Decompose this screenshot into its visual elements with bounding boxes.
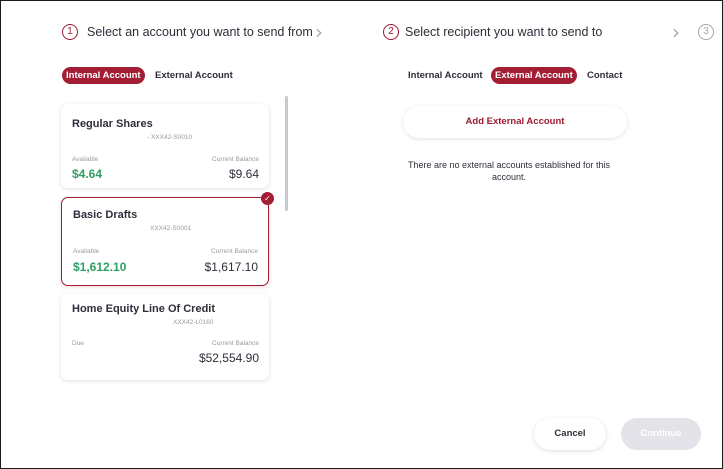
account-number: - XXX42-S0010	[147, 134, 193, 141]
account-number: XXX42-S0001	[150, 225, 192, 232]
current-balance-label: Current Balance	[211, 248, 258, 255]
account-name: Regular Shares	[72, 118, 153, 130]
account-card-home-equity-line-of-credit[interactable]: Home Equity Line Of Credit XXX42-L0160 D…	[61, 294, 269, 380]
step-2-indicator: 2	[383, 24, 399, 40]
current-balance-label: Current Balance	[212, 156, 259, 163]
continue-button[interactable]: Continue	[621, 418, 701, 450]
current-balance-amount: $1,617.10	[204, 260, 258, 274]
account-number: XXX42-L0160	[173, 319, 214, 326]
tab-recipient-external-account[interactable]: External Account	[491, 67, 577, 84]
account-card-regular-shares[interactable]: Regular Shares - XXX42-S0010 Available C…	[61, 104, 269, 188]
available-label: Available	[72, 156, 99, 163]
due-label: Due	[72, 340, 84, 347]
chevron-right-icon[interactable]: ›	[315, 22, 323, 42]
available-label: Available	[73, 248, 100, 255]
check-icon: ✓	[261, 192, 274, 205]
tab-source-external-account[interactable]: External Account	[151, 67, 237, 84]
add-external-account-button[interactable]: Add External Account	[403, 106, 627, 138]
transfer-panel: 1 Select an account you want to send fro…	[0, 0, 723, 469]
available-amount: $4.64	[72, 167, 103, 181]
cancel-button[interactable]: Cancel	[534, 418, 606, 450]
account-card-basic-drafts[interactable]: ✓ Basic Drafts XXX42-S0001 Available Cur…	[61, 192, 274, 286]
tab-source-internal-account[interactable]: Internal Account	[62, 67, 145, 84]
account-name: Home Equity Line Of Credit	[72, 303, 216, 315]
chevron-right-icon[interactable]: ›	[672, 22, 680, 42]
account-name: Basic Drafts	[73, 209, 138, 221]
account-list-scrollbar[interactable]	[285, 96, 288, 211]
step-2-label: Select recipient you want to send to	[405, 25, 603, 39]
step-1-label: Select an account you want to send from	[87, 25, 313, 39]
available-amount: $1,612.10	[73, 260, 127, 274]
tab-recipient-internal-account[interactable]: Internal Account	[404, 67, 487, 84]
step-3-indicator: 3	[698, 24, 714, 40]
step-1-indicator: 1	[62, 24, 78, 40]
tab-recipient-contact[interactable]: Contact	[583, 67, 626, 84]
current-balance-amount: $9.64	[228, 167, 259, 181]
current-balance-label: Current Balance	[212, 340, 259, 347]
empty-state-message: There are no external accounts establish…	[407, 160, 611, 182]
current-balance-amount: $52,554.90	[198, 351, 259, 365]
